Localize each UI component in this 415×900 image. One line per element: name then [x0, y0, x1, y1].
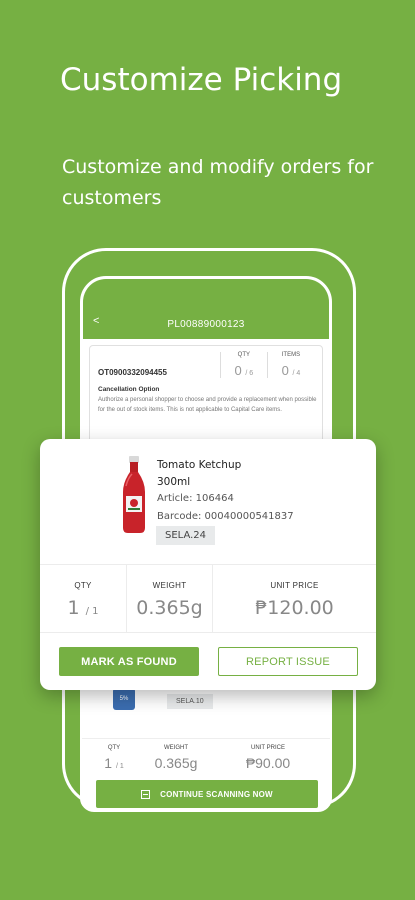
lower-qty-label: QTY — [107, 745, 121, 751]
ketchup-bottle-image — [123, 456, 145, 533]
hero-subtitle: Customize and modify orders for customer… — [62, 156, 374, 209]
product-size: 300ml — [157, 476, 191, 488]
product-qty-value: 1 — [67, 597, 80, 619]
chevron-left-icon[interactable]: < — [93, 316, 100, 327]
lower-item-thumbnail: 5% — [113, 688, 135, 710]
lower-qty-value: 1 — [104, 755, 113, 771]
order-qty-total: / 6 — [245, 370, 254, 377]
product-qty-label: QTY — [74, 581, 92, 590]
order-items-label: ITEMS — [281, 352, 301, 358]
pick-list-id: PL00889000123 — [167, 318, 245, 330]
mark-as-found-button[interactable]: MARK AS FOUND — [59, 647, 199, 676]
product-stats: QTY 1 / 1 WEIGHT 0.365g UNIT PRICE ₱120.… — [40, 564, 376, 633]
order-qty-value: 0 — [234, 363, 242, 378]
lower-item-location: SELA.10 — [167, 694, 213, 709]
order-qty: QTY 0 / 6 — [219, 352, 267, 378]
lower-price-value: ₱90.00 — [245, 755, 291, 771]
product-qty-total: / 1 — [85, 606, 99, 617]
lower-price-label: UNIT PRICE — [251, 745, 285, 751]
product-price: UNIT PRICE ₱120.00 — [212, 565, 376, 632]
product-card: Tomato Ketchup 300ml Article: 106464 Bar… — [40, 439, 376, 690]
continue-scanning-label: CONTINUE SCANNING NOW — [160, 789, 273, 799]
report-issue-button[interactable]: REPORT ISSUE — [218, 647, 358, 676]
order-card: OT0900332094455 QTY 0 / 6 ITEMS 0 / 4 Ca… — [89, 345, 323, 443]
product-location-badge: SELA.24 — [156, 526, 216, 545]
product-weight-label: WEIGHT — [152, 581, 187, 590]
app-header: < PL00889000123 — [83, 279, 329, 339]
lower-weight-value: 0.365g — [154, 755, 198, 771]
order-qty-label: QTY — [237, 352, 250, 358]
cancellation-description: Authorize a personal shopper to choose a… — [98, 397, 317, 413]
product-name: Tomato Ketchup — [157, 459, 242, 471]
order-items: ITEMS 0 / 4 — [266, 352, 314, 378]
scan-icon — [141, 789, 151, 799]
order-items-value: 0 — [281, 363, 289, 378]
product-qty: QTY 1 / 1 — [40, 565, 126, 632]
product-barcode: Barcode: 00040000541837 — [157, 511, 294, 522]
lower-weight: WEIGHT 0.365g — [146, 739, 206, 776]
lower-qty-total: / 1 — [115, 763, 124, 770]
lower-qty: QTY 1 / 1 — [82, 739, 146, 776]
product-price-label: UNIT PRICE — [270, 581, 319, 590]
hero-title: Customize Picking — [60, 62, 343, 98]
continue-scanning-button[interactable]: CONTINUE SCANNING NOW — [96, 780, 318, 808]
lower-item-thumb-text: 5% — [119, 696, 129, 702]
lower-price: UNIT PRICE ₱90.00 — [206, 739, 330, 776]
product-weight: WEIGHT 0.365g — [126, 565, 212, 632]
cancellation-title: Cancellation Option — [98, 386, 160, 393]
order-id: OT0900332094455 — [98, 368, 167, 377]
order-items-total: / 4 — [292, 370, 301, 377]
product-article: Article: 106464 — [157, 493, 234, 504]
product-weight-value: 0.365g — [136, 597, 203, 619]
lower-item-stats: QTY 1 / 1 WEIGHT 0.365g UNIT PRICE ₱90.0… — [82, 738, 330, 776]
product-price-value: ₱120.00 — [255, 597, 334, 619]
lower-weight-label: WEIGHT — [164, 745, 188, 751]
